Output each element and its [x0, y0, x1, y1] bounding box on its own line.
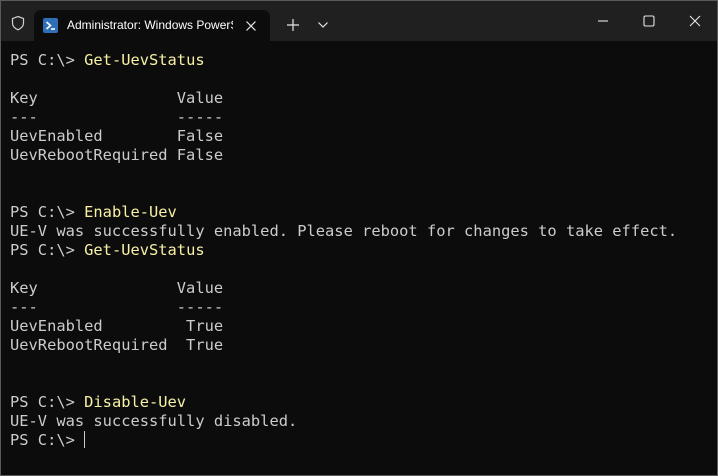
prompt: PS C:\> [10, 431, 85, 449]
tab-title: Administrator: Windows PowerShell [67, 18, 233, 32]
title-bar[interactable]: Administrator: Windows PowerShell [1, 1, 717, 41]
chevron-down-icon[interactable] [317, 21, 329, 29]
output-line: UevRebootRequired True [10, 336, 224, 354]
prompt: PS C:\> [10, 393, 85, 411]
tab-powershell[interactable]: Administrator: Windows PowerShell [34, 10, 270, 41]
command-line: PS C:\> Get-UevStatus [10, 241, 717, 260]
new-tab-plus-icon[interactable] [286, 18, 300, 32]
output-line: UevEnabled True [10, 317, 224, 335]
terminal-window: Administrator: Windows PowerShell [0, 0, 718, 476]
prompt: PS C:\> [10, 203, 85, 221]
close-window-icon[interactable] [688, 14, 702, 28]
powershell-icon [43, 18, 58, 33]
active-prompt-line[interactable]: PS C:\> [10, 431, 717, 450]
minimize-icon[interactable] [596, 14, 610, 28]
shield-icon [10, 15, 26, 31]
prompt: PS C:\> [10, 51, 85, 69]
output-line: UE-V was successfully disabled. [10, 412, 298, 430]
text-cursor [84, 431, 86, 448]
command-text: Enable-Uev [84, 203, 177, 221]
output-line: UevRebootRequired False [10, 146, 224, 164]
command-line: PS C:\> Enable-Uev [10, 203, 717, 222]
output-line: --- ----- [10, 108, 224, 126]
prompt: PS C:\> [10, 241, 85, 259]
output-line: Key Value [10, 89, 224, 107]
output-line: UevEnabled False [10, 127, 224, 145]
command-line: PS C:\> Disable-Uev [10, 393, 717, 412]
command-line: PS C:\> Get-UevStatus [10, 51, 717, 70]
maximize-icon[interactable] [642, 14, 656, 28]
output-line: --- ----- [10, 298, 224, 316]
command-text: Get-UevStatus [84, 51, 205, 69]
command-text: Get-UevStatus [84, 241, 205, 259]
tab-close-icon[interactable] [244, 19, 258, 33]
output-line: UE-V was successfully enabled. Please re… [10, 222, 678, 240]
output-line: Key Value [10, 279, 224, 297]
command-text: Disable-Uev [84, 393, 187, 411]
terminal-output[interactable]: PS C:\> Get-UevStatus Key Value --- ----- U… [10, 51, 717, 450]
